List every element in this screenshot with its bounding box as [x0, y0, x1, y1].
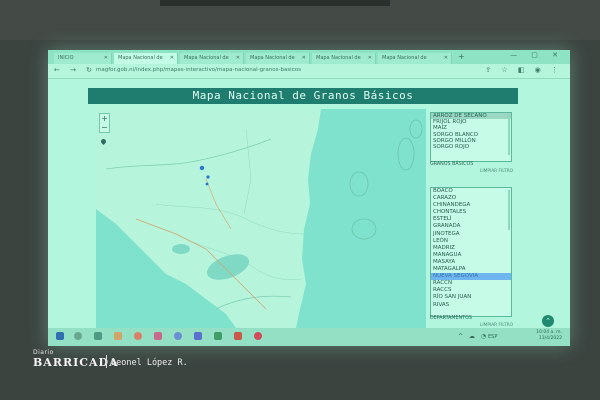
browser-tabbar: INICIO ✕ Mapa Nacional de ✕ Mapa Nacional … [48, 50, 570, 64]
teams-icon[interactable] [194, 332, 202, 340]
system-tray-icons[interactable]: ^ ☁ ◔ [458, 333, 488, 340]
windows-taskbar: ^ ☁ ◔ ESP 10:04 a. m. 13/4/2022 [48, 328, 570, 346]
window-controls[interactable]: — ▢ ✕ [510, 51, 564, 59]
list-item[interactable]: JINOTEGA [431, 231, 511, 238]
browser-icon[interactable] [134, 332, 142, 340]
address-bar: ← → ↻ magfor.gob.ni/index.php/mapas-inte… [48, 64, 570, 79]
map-marker[interactable] [199, 165, 205, 171]
reef-outline [351, 218, 377, 240]
list-item[interactable]: MASAYA [431, 259, 511, 266]
close-icon[interactable]: ✕ [444, 53, 448, 64]
list-item[interactable]: SORGO ROJO [431, 144, 511, 150]
list-item[interactable]: MANAGUA [431, 252, 511, 259]
powerpoint-icon[interactable] [234, 332, 242, 340]
land-mass [96, 109, 321, 328]
tab-inicio[interactable]: INICIO ✕ [54, 53, 112, 64]
list-item[interactable]: LEÓN [431, 238, 511, 245]
list-item[interactable]: BOACO [431, 188, 511, 195]
close-icon[interactable]: ✕ [104, 53, 108, 64]
chrome-icon[interactable] [254, 332, 262, 340]
reef-outline [349, 171, 369, 197]
excel-icon[interactable] [214, 332, 222, 340]
page-title: Mapa Nacional de Granos Básicos [88, 88, 518, 104]
lake-managua [172, 244, 190, 254]
task-view-icon[interactable] [94, 332, 102, 340]
clock-date: 13/4/2022 [538, 336, 562, 341]
list-item[interactable]: NUEVA SEGOVIA [431, 273, 511, 281]
map-marker[interactable] [206, 175, 210, 179]
list-item[interactable]: CHINANDEGA [431, 202, 511, 209]
wall [0, 0, 600, 40]
grains-select-list[interactable]: ARROZ DE SECANO FRIJOL ROJO MAÍZ SORGO BLAN… [430, 112, 512, 162]
windows-start-icon[interactable] [56, 332, 64, 340]
clear-grains-filter-button[interactable]: LIMPIAR FILTRO [480, 169, 513, 174]
close-icon[interactable]: ✕ [302, 53, 306, 64]
zoom-control: + − [99, 113, 110, 133]
map-marker[interactable] [205, 182, 209, 186]
browser-toolbar-icons[interactable]: ⇪ ☆ ◧ ◉ ⋮ [485, 66, 562, 74]
close-icon[interactable]: ✕ [368, 53, 372, 64]
list-item[interactable]: CARAZO [431, 195, 511, 202]
app-icon[interactable] [154, 332, 162, 340]
scrollbar[interactable] [508, 190, 510, 230]
ceiling-strip [160, 0, 390, 6]
departments-label: DEPARTAMENTOS [430, 316, 472, 321]
close-icon[interactable]: ✕ [236, 53, 240, 64]
new-tab-button[interactable]: + [458, 52, 465, 61]
tab-mapa-2[interactable]: Mapa Nacional de ✕ [180, 53, 244, 64]
watermark-author: Leonel López R. [111, 358, 188, 368]
list-item[interactable]: GRANADA [431, 223, 511, 230]
language-indicator[interactable]: ESP [488, 334, 497, 340]
nav-buttons[interactable]: ← → ↻ [54, 66, 96, 74]
list-item[interactable]: RÍO SAN JUAN [431, 294, 511, 301]
url-input[interactable]: magfor.gob.ni/index.php/mapas-interactiv… [96, 67, 301, 73]
list-item[interactable]: ESTELÍ [431, 216, 511, 223]
list-item[interactable]: MATAGALPA [431, 266, 511, 273]
tab-mapa-3[interactable]: Mapa Nacional de ✕ [246, 53, 310, 64]
close-icon[interactable]: ✕ [170, 53, 174, 64]
tab-mapa-4[interactable]: Mapa Nacional de ✕ [312, 53, 376, 64]
projected-screen: INICIO ✕ Mapa Nacional de ✕ Mapa Nacional … [48, 50, 570, 346]
zoom-in-button[interactable]: + [100, 114, 109, 123]
search-icon[interactable] [74, 332, 82, 340]
edge-icon[interactable] [174, 332, 182, 340]
file-explorer-icon[interactable] [114, 332, 122, 340]
reef-outline [409, 119, 423, 139]
departments-select-list[interactable]: BOACO CARAZO CHINANDEGA CHONTALES ESTELÍ GRAN… [430, 187, 512, 317]
map-graphic [96, 109, 423, 328]
web-page: Mapa Nacional de Granos Básicos + − ARRO… [48, 79, 570, 328]
filter-sidebar: ARROZ DE SECANO FRIJOL ROJO MAÍZ SORGO BLAN… [428, 109, 570, 328]
zoom-out-button[interactable]: − [100, 123, 109, 132]
list-item[interactable]: RIVAS [431, 302, 511, 309]
watermark-separator [106, 355, 107, 368]
tab-mapa-1[interactable]: Mapa Nacional de ✕ [114, 53, 178, 64]
scroll-top-button[interactable]: ⌃ [542, 315, 554, 327]
scrollbar[interactable] [508, 115, 510, 155]
watermark-diario: Diario [33, 349, 54, 356]
reef-outline [397, 137, 415, 171]
interactive-map[interactable]: + − [96, 109, 426, 328]
list-item[interactable]: RACCN [431, 280, 511, 287]
tab-mapa-5[interactable]: Mapa Nacional de ✕ [378, 53, 452, 64]
grains-label: GRANOS BÁSICOS [430, 162, 474, 167]
clock[interactable]: 10:04 a. m. 13/4/2022 [536, 330, 562, 342]
list-item[interactable]: MADRIZ [431, 245, 511, 252]
